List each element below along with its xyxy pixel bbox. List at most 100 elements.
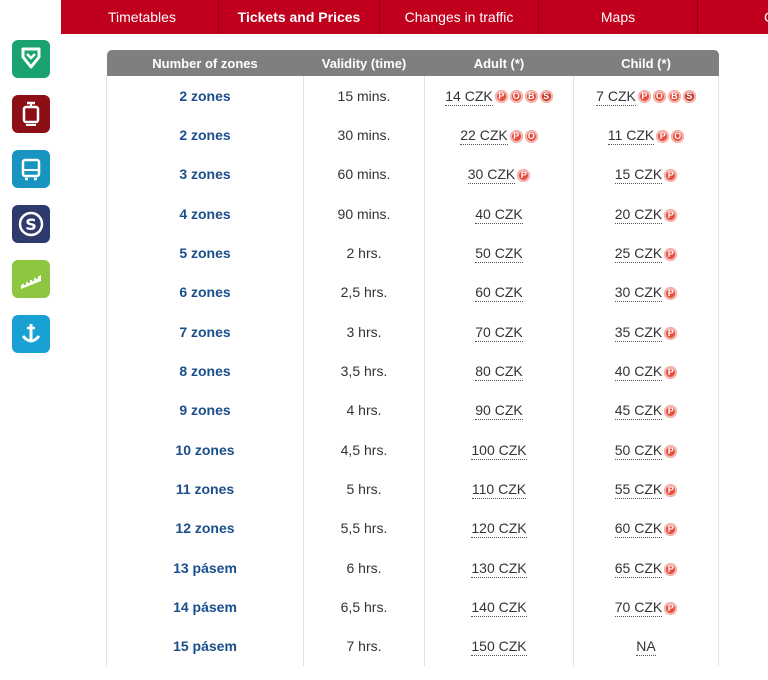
- adult-price-cell: 150 CZK: [424, 626, 574, 667]
- table-row: 2 zones 30 mins. 22 CZK P O 11 CZK P O: [106, 115, 719, 155]
- validity-cell: 7 hrs.: [303, 626, 425, 667]
- tab-tickets-and-prices[interactable]: Tickets and Prices: [219, 0, 380, 34]
- tab-contacts[interactable]: Co: [698, 0, 768, 34]
- child-price-cell: 35 CZK P: [573, 312, 719, 352]
- zone-cell-text: 12 zones: [175, 520, 235, 537]
- child-price-cell-text[interactable]: 35 CZK: [614, 323, 663, 342]
- zone-cell: 14 pásem: [106, 587, 304, 627]
- zone-cell-text: 3 zones: [179, 166, 231, 183]
- validity-cell: 90 mins.: [303, 194, 425, 234]
- adult-price-cell-text[interactable]: 150 CZK: [471, 638, 527, 657]
- discount-badge-icon: P: [664, 601, 678, 615]
- child-price-cell-text[interactable]: 70 CZK: [614, 599, 663, 618]
- validity-cell: 2,5 hrs.: [303, 272, 425, 313]
- child-price-cell-text[interactable]: 40 CZK: [614, 363, 663, 382]
- zone-cell: 7 zones: [106, 312, 304, 352]
- adult-price-cell: 40 CZK: [424, 194, 574, 234]
- discount-badge-icon: P: [509, 129, 523, 143]
- adult-price-cell-text[interactable]: 22 CZK: [460, 127, 508, 146]
- discount-badge-icon: P: [517, 169, 531, 183]
- child-price-cell: 40 CZK P: [573, 351, 719, 391]
- adult-price-cell: 120 CZK: [424, 508, 574, 549]
- zone-cell: 3 zones: [106, 154, 304, 195]
- child-price-cell: 65 CZK P: [573, 548, 719, 588]
- child-price-cell-text[interactable]: 25 CZK: [614, 245, 663, 264]
- child-price-cell-text[interactable]: 60 CZK: [614, 520, 663, 539]
- ferry-icon[interactable]: [12, 315, 50, 353]
- validity-cell-text: 3,5 hrs.: [340, 363, 388, 380]
- validity-cell: 3 hrs.: [303, 312, 425, 352]
- discount-badge-icon: S: [682, 90, 696, 104]
- discount-badge-icon: P: [637, 90, 651, 104]
- discount-badge-icon: P: [664, 444, 678, 458]
- train-icon[interactable]: S: [12, 205, 50, 243]
- tab-timetables[interactable]: Timetables: [61, 0, 219, 34]
- table-row: 3 zones 60 mins. 30 CZK P 15 CZK P: [106, 154, 719, 195]
- table-row: 14 pásem 6,5 hrs. 140 CZK 70 CZK P: [106, 587, 719, 627]
- child-price-cell-text[interactable]: 11 CZK: [607, 127, 655, 146]
- tram-icon[interactable]: [12, 95, 50, 133]
- header-validity: Validity (time): [303, 50, 425, 76]
- metro-icon[interactable]: [12, 40, 50, 78]
- child-price-cell-text[interactable]: NA: [636, 638, 656, 657]
- zone-cell: 10 zones: [106, 430, 304, 470]
- transport-icons: S: [12, 40, 52, 370]
- funicular-icon[interactable]: [12, 260, 50, 298]
- child-price-cell-text[interactable]: 55 CZK: [614, 481, 663, 500]
- adult-price-cell-text[interactable]: 90 CZK: [475, 402, 523, 421]
- validity-cell: 30 mins.: [303, 115, 425, 155]
- adult-price-cell-text[interactable]: 120 CZK: [471, 520, 527, 539]
- validity-cell: 6 hrs.: [303, 548, 425, 588]
- adult-price-cell: 60 CZK: [424, 272, 574, 313]
- validity-cell: 5,5 hrs.: [303, 508, 425, 549]
- child-price-cell-text[interactable]: 50 CZK: [614, 441, 663, 460]
- adult-price-cell-text[interactable]: 100 CZK: [471, 441, 527, 460]
- table-header-row: Number of zones Validity (time) Adult (*…: [106, 50, 719, 76]
- child-price-cell-text[interactable]: 45 CZK: [614, 402, 663, 421]
- discount-badge-icon: P: [664, 287, 678, 301]
- discount-badge-icon: P: [664, 247, 678, 261]
- validity-cell: 5 hrs.: [303, 469, 425, 509]
- bus-icon[interactable]: [12, 150, 50, 188]
- child-price-cell: 60 CZK P: [573, 508, 719, 549]
- adult-price-cell-text[interactable]: 30 CZK: [467, 166, 516, 185]
- adult-price-cell-text[interactable]: 50 CZK: [475, 245, 523, 264]
- child-price-cell-text[interactable]: 7 CZK: [596, 87, 636, 106]
- validity-cell: 4 hrs.: [303, 390, 425, 431]
- discount-badge-icon: P: [664, 562, 678, 576]
- zone-cell-text: 4 zones: [179, 205, 231, 222]
- price-table-body: 2 zones 15 mins. 14 CZK P O B S 7 CZK P O B S 2 zone…: [106, 76, 719, 667]
- adult-price-cell-text[interactable]: 140 CZK: [471, 599, 527, 618]
- child-price-cell-text[interactable]: 30 CZK: [614, 284, 663, 303]
- child-price-cell-text[interactable]: 15 CZK: [614, 166, 663, 185]
- adult-price-cell-text[interactable]: 110 CZK: [471, 481, 527, 500]
- validity-cell-text: 6,5 hrs.: [340, 599, 388, 616]
- adult-price-cell-text[interactable]: 130 CZK: [471, 559, 527, 578]
- child-price-cell-text[interactable]: 65 CZK: [614, 559, 663, 578]
- adult-price-cell-text[interactable]: 40 CZK: [475, 205, 523, 224]
- adult-price-cell-text[interactable]: 60 CZK: [475, 284, 523, 303]
- adult-price-cell-text[interactable]: 14 CZK: [445, 87, 493, 106]
- tab-maps[interactable]: Maps: [539, 0, 698, 34]
- validity-cell: 3,5 hrs.: [303, 351, 425, 391]
- child-price-cell-text[interactable]: 20 CZK: [614, 205, 663, 224]
- zone-cell: 13 pásem: [106, 548, 304, 588]
- discount-badge-icon: P: [664, 365, 678, 379]
- adult-price-cell-text[interactable]: 80 CZK: [475, 363, 523, 382]
- discount-badge-icon: P: [664, 483, 678, 497]
- header-adult: Adult (*): [424, 50, 574, 76]
- child-price-cell: NA: [573, 626, 719, 667]
- validity-cell-text: 60 mins.: [337, 166, 391, 183]
- child-price-cell: 50 CZK P: [573, 430, 719, 470]
- child-price-cell: 25 CZK P: [573, 233, 719, 273]
- adult-price-cell: 22 CZK P O: [424, 115, 574, 155]
- table-row: 5 zones 2 hrs. 50 CZK 25 CZK P: [106, 233, 719, 273]
- svg-text:S: S: [25, 215, 37, 234]
- zone-cell-text: 9 zones: [179, 402, 231, 419]
- adult-price-cell: 14 CZK P O B S: [424, 76, 574, 116]
- validity-cell-text: 30 mins.: [337, 127, 391, 144]
- discount-badge-icon: P: [494, 90, 508, 104]
- adult-price-cell-text[interactable]: 70 CZK: [475, 323, 523, 342]
- discount-badge-icon: P: [664, 169, 678, 183]
- tab-changes-in-traffic[interactable]: Changes in traffic: [380, 0, 539, 34]
